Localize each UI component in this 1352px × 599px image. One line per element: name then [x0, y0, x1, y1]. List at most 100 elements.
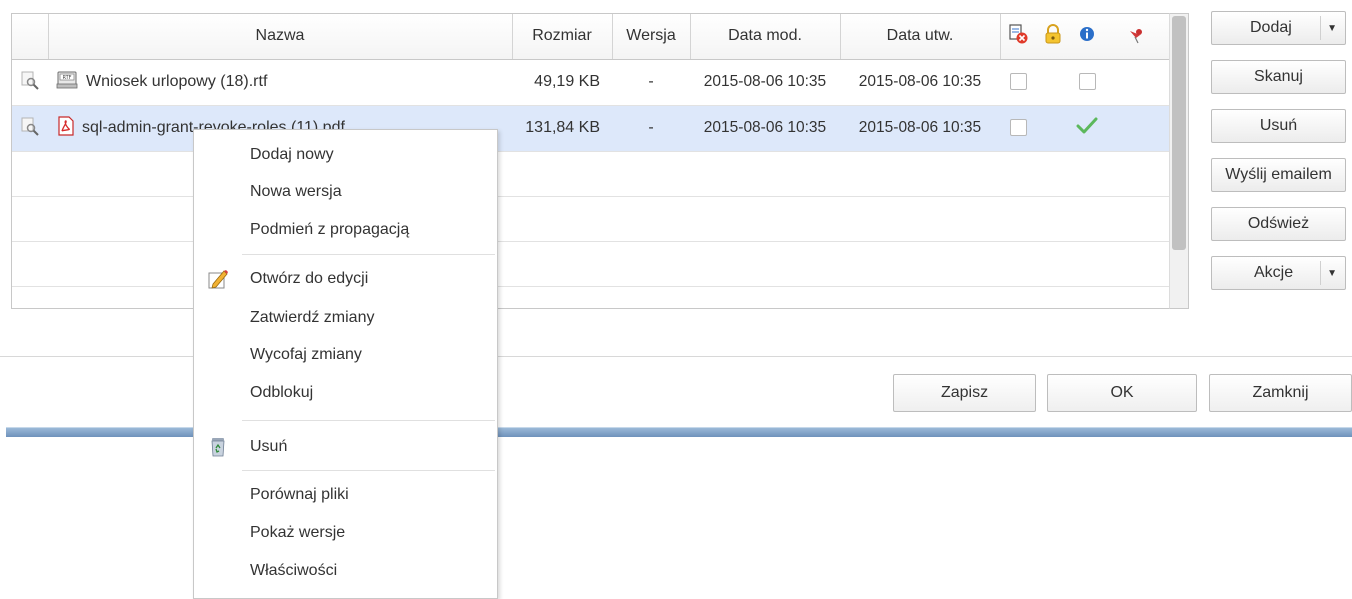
file-version: -: [612, 59, 690, 106]
menu-item-unlock[interactable]: Odblokuj: [194, 376, 497, 410]
delete-button[interactable]: Usuń: [1211, 109, 1346, 143]
scan-button-label: Skanuj: [1254, 68, 1303, 85]
column-header-pin[interactable]: [1104, 14, 1170, 60]
menu-item-label: Pokaż wersje: [250, 524, 346, 541]
column-header-modified[interactable]: Data mod.: [690, 14, 841, 60]
column-header-created[interactable]: Data utw.: [840, 14, 1001, 60]
column-header-size[interactable]: Rozmiar: [512, 14, 613, 60]
table-row[interactable]: RTF Wniosek urlopowy (18).rtf 49,19 KB -…: [12, 59, 1170, 106]
delete-checkbox-cell[interactable]: [1000, 59, 1036, 106]
ok-button[interactable]: OK: [1047, 374, 1197, 412]
file-size: 49,19 KB: [512, 59, 612, 106]
caret-down-icon[interactable]: ▼: [1327, 23, 1337, 34]
file-name: Wniosek urlopowy (18).rtf: [86, 73, 268, 90]
pin-icon: [1130, 28, 1142, 44]
pdf-file-icon: [56, 115, 76, 142]
menu-item-commit[interactable]: Zatwierdź zmiany: [194, 301, 497, 335]
actions-button[interactable]: Akcje ▼: [1211, 256, 1346, 290]
lock-cell: [1036, 59, 1070, 106]
empty-row: [12, 241, 1170, 287]
file-created: 2015-08-06 10:35: [840, 105, 1000, 152]
file-name-cell[interactable]: RTF Wniosek urlopowy (18).rtf: [48, 59, 512, 106]
refresh-button[interactable]: Odśwież: [1211, 207, 1346, 241]
info-icon: [1080, 26, 1094, 41]
column-header-version[interactable]: Wersja: [612, 14, 691, 60]
menu-item-label: Usuń: [250, 438, 288, 455]
column-header-name[interactable]: Nazwa: [48, 14, 513, 60]
add-button[interactable]: Dodaj ▼: [1211, 11, 1346, 45]
info-checkbox-cell[interactable]: [1070, 105, 1104, 152]
file-created: 2015-08-06 10:35: [840, 59, 1000, 106]
scan-button[interactable]: Skanuj: [1211, 60, 1346, 94]
empty-row: [12, 151, 1170, 197]
preview-cell[interactable]: [12, 59, 48, 106]
menu-separator: [242, 470, 495, 471]
menu-item-label: Dodaj nowy: [250, 146, 334, 163]
green-check-icon[interactable]: [1076, 116, 1098, 136]
menu-item-add-new[interactable]: Dodaj nowy: [194, 138, 497, 172]
menu-item-new-version[interactable]: Nowa wersja: [194, 175, 497, 209]
menu-separator: [242, 420, 495, 421]
rtf-file-icon: RTF: [56, 69, 80, 96]
menu-item-show-versions[interactable]: Pokaż wersje: [194, 516, 497, 550]
send-email-button[interactable]: Wyślij emailem: [1211, 158, 1346, 192]
menu-item-replace-propagate[interactable]: Podmień z propagacją: [194, 213, 497, 247]
preview-magnifier-icon[interactable]: [19, 115, 41, 137]
delete-button-label: Usuń: [1259, 117, 1298, 134]
menu-item-open-edit[interactable]: Otwórz do edycji: [194, 262, 497, 296]
save-button-label: Zapisz: [940, 384, 989, 401]
menu-item-label: Podmień z propagacją: [250, 221, 410, 238]
empty-row: [12, 196, 1170, 242]
close-button-label: Zamknij: [1252, 384, 1309, 401]
info-checkbox-cell[interactable]: [1070, 59, 1104, 106]
ok-button-label: OK: [1110, 384, 1134, 401]
actions-button-label: Akcje: [1254, 264, 1294, 281]
file-size: 131,84 KB: [512, 105, 612, 152]
menu-separator: [242, 254, 495, 255]
delete-checkbox[interactable]: [1009, 119, 1027, 137]
menu-item-label: Otwórz do edycji: [250, 270, 369, 287]
send-email-button-label: Wyślij emailem: [1225, 166, 1332, 183]
preview-magnifier-icon[interactable]: [19, 69, 41, 91]
menu-item-delete[interactable]: Usuń: [194, 430, 497, 464]
menu-item-revert[interactable]: Wycofaj zmiany: [194, 338, 497, 372]
menu-item-label: Wycofaj zmiany: [250, 346, 362, 363]
recycle-bin-icon: [211, 438, 225, 457]
menu-item-label: Porównaj pliki: [250, 486, 349, 503]
delete-checkbox-cell[interactable]: [1000, 105, 1036, 152]
caret-down-icon[interactable]: ▼: [1327, 268, 1337, 279]
menu-item-label: Odblokuj: [250, 384, 314, 401]
menu-item-label: Zatwierdź zmiany: [250, 309, 375, 326]
menu-item-label: Właściwości: [250, 562, 338, 579]
menu-item-compare[interactable]: Porównaj pliki: [194, 478, 497, 512]
grid-scrollbar[interactable]: [1169, 13, 1189, 309]
column-header-info[interactable]: [1070, 14, 1104, 60]
column-header-delete[interactable]: [1000, 14, 1036, 60]
add-button-label: Dodaj: [1250, 19, 1292, 36]
menu-item-properties[interactable]: Właściwości: [194, 554, 497, 588]
pencil-edit-icon: [208, 270, 228, 289]
file-modified: 2015-08-06 10:35: [690, 59, 840, 106]
padlock-icon: [1045, 23, 1061, 44]
table-row-selected[interactable]: sql-admin-grant-revoke-roles (11).pdf 13…: [12, 105, 1170, 152]
file-modified: 2015-08-06 10:35: [690, 105, 840, 152]
preview-cell[interactable]: [12, 105, 48, 152]
column-header-lock[interactable]: [1036, 14, 1070, 60]
scrollbar-thumb[interactable]: [1172, 16, 1186, 250]
preview-column-header: [12, 14, 49, 60]
refresh-button-label: Odśwież: [1247, 215, 1310, 232]
menu-item-label: Nowa wersja: [250, 183, 342, 200]
info-checkbox[interactable]: [1078, 73, 1096, 91]
svg-text:RTF: RTF: [62, 75, 71, 81]
delete-checkbox[interactable]: [1009, 73, 1027, 91]
file-table: Nazwa Rozmiar Wersja Data mod. Data utw.: [12, 14, 1170, 287]
context-menu: Dodaj nowy Nowa wersja Podmień z propaga…: [193, 129, 498, 599]
close-button[interactable]: Zamknij: [1209, 374, 1352, 412]
file-grid: Nazwa Rozmiar Wersja Data mod. Data utw.: [11, 13, 1189, 309]
pin-cell: [1104, 59, 1170, 106]
save-button[interactable]: Zapisz: [893, 374, 1036, 412]
lock-cell: [1036, 105, 1070, 152]
pin-cell: [1104, 105, 1170, 152]
table-header-row: Nazwa Rozmiar Wersja Data mod. Data utw.: [12, 14, 1170, 60]
document-delete-icon: [1009, 24, 1028, 44]
